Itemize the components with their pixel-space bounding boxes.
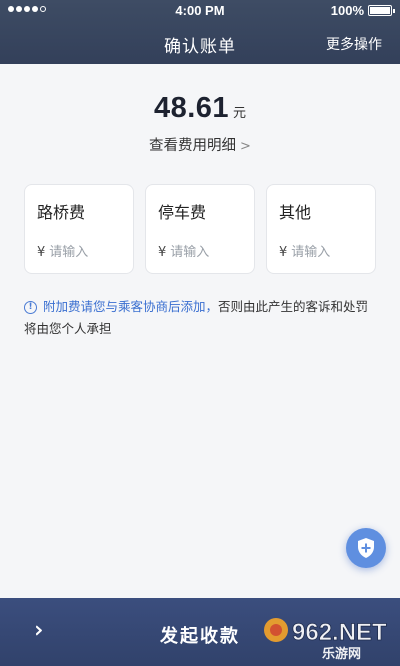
fee-card-parking[interactable]: 停车费 ¥ 请输入	[145, 184, 255, 274]
battery-percentage: 100%	[330, 3, 364, 18]
chevron-right-icon: >	[240, 139, 251, 154]
view-fee-details-link[interactable]: 查看费用明细 >	[0, 134, 400, 155]
input-placeholder: 请输入	[170, 245, 210, 260]
fee-card-other[interactable]: 其他 ¥ 请输入	[266, 184, 376, 274]
fee-card-toll[interactable]: 路桥费 ¥ 请输入	[24, 184, 134, 274]
status-bar: 4:00 PM 100%	[0, 0, 400, 20]
currency-symbol: ¥	[158, 245, 167, 260]
top-header: 4:00 PM 100% 确认账单 更多操作	[0, 0, 400, 64]
svg-text:乐游网: 乐游网	[322, 646, 361, 662]
input-placeholder: 请输入	[49, 245, 89, 260]
site-watermark-logo: 962.NET 乐游网	[264, 618, 387, 662]
fee-label: 停车费	[158, 203, 207, 222]
input-placeholder: 请输入	[291, 245, 331, 260]
info-icon: !	[24, 301, 37, 314]
total-amount: 48.61 元	[0, 92, 400, 125]
toll-fee-input[interactable]: ¥ 请输入	[37, 241, 88, 260]
more-actions-button[interactable]: 更多操作	[326, 34, 382, 54]
currency-symbol: ¥	[37, 245, 46, 260]
svg-text:962.NET: 962.NET	[292, 619, 387, 646]
parking-fee-input[interactable]: ¥ 请输入	[158, 241, 209, 260]
battery-icon	[368, 5, 395, 16]
shield-plus-icon	[358, 538, 374, 558]
notice-highlight: 附加费请您与乘客协商后添加，	[43, 299, 219, 314]
fee-label: 路桥费	[37, 203, 86, 222]
other-fee-input[interactable]: ¥ 请输入	[279, 241, 330, 260]
amount-value: 48.61	[153, 92, 230, 124]
surcharge-notice: ! 附加费请您与乘客协商后添加，否则由此产生的客诉和处罚将由您个人承担	[24, 296, 380, 340]
amount-unit: 元	[233, 106, 247, 121]
currency-symbol: ¥	[279, 245, 288, 260]
safety-shield-button[interactable]	[346, 528, 386, 568]
view-fee-details-label: 查看费用明细	[149, 138, 237, 154]
fee-label: 其他	[279, 203, 312, 222]
